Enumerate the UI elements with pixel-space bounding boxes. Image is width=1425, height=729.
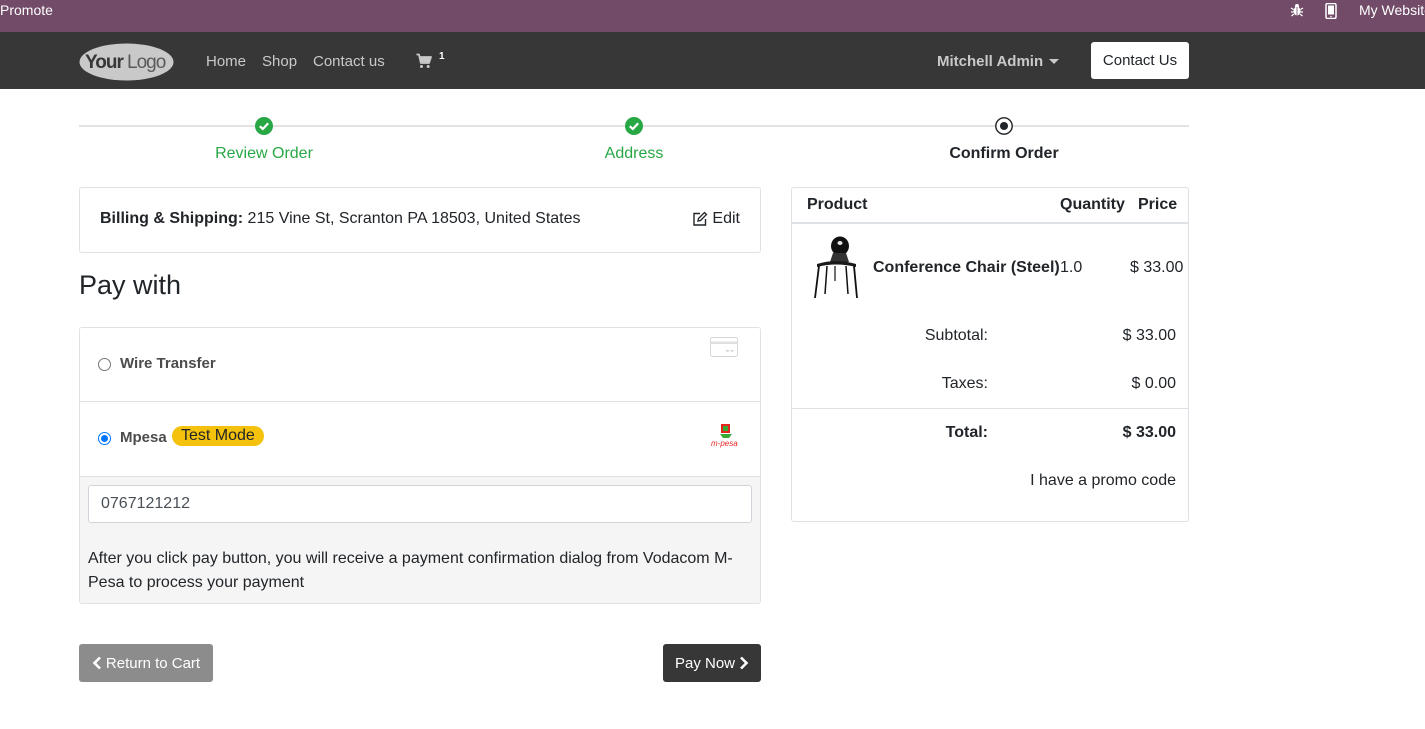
- step-address[interactable]: Address: [534, 145, 734, 163]
- edit-icon: [693, 211, 708, 226]
- wire-transfer-radio[interactable]: [98, 358, 111, 371]
- return-to-cart-label: Return to Cart: [105, 654, 201, 672]
- summary-divider: [792, 408, 1188, 409]
- contact-us-button[interactable]: Contact Us: [1091, 42, 1189, 79]
- svg-text:Logo: Logo: [127, 52, 166, 73]
- billing-address: 215 Vine St, Scranton PA 18503, United S…: [247, 210, 581, 227]
- check-circle-icon: [625, 117, 643, 135]
- total-label: Total:: [945, 424, 988, 441]
- chevron-right-icon: [740, 656, 749, 670]
- mpesa-help-text: After you click pay button, you will rec…: [88, 550, 733, 591]
- credit-card-icon: [710, 337, 738, 357]
- payment-method-mpesa[interactable]: Mpesa Test Mode m-pesa: [80, 402, 760, 477]
- total-value: $ 33.00: [1122, 424, 1176, 441]
- edit-label: Edit: [712, 210, 740, 227]
- logo[interactable]: Your Logo: [79, 43, 174, 81]
- edit-address-link[interactable]: Edit: [692, 210, 740, 228]
- step-confirm-order: Confirm Order: [949, 145, 1059, 162]
- header-product: Product: [807, 196, 868, 213]
- step-review-order[interactable]: Review Order: [164, 145, 364, 163]
- cart-count-badge: 1: [439, 51, 445, 62]
- phone-number-input[interactable]: [88, 485, 752, 523]
- cart-icon[interactable]: [416, 53, 432, 69]
- summary-header: Product Quantity Price: [792, 188, 1188, 224]
- nav-shop[interactable]: Shop: [262, 53, 297, 70]
- payment-methods-card: Wire Transfer Mpesa Test Mode m-pesa Aft…: [79, 327, 761, 604]
- order-summary: Product Quantity Price Conference Chair …: [791, 187, 1189, 522]
- header-price: Price: [1138, 196, 1178, 213]
- return-to-cart-button[interactable]: Return to Cart: [79, 644, 213, 682]
- payment-method-wire-transfer[interactable]: Wire Transfer: [80, 328, 760, 402]
- check-circle-icon: [255, 117, 273, 135]
- nav-contact[interactable]: Contact us: [313, 53, 385, 70]
- product-price: $ 33.00: [1130, 259, 1184, 276]
- caret-down-icon[interactable]: [1049, 59, 1059, 64]
- billing-shipping-card: Billing & Shipping: 215 Vine St, Scranto…: [79, 187, 761, 253]
- svg-text:m-pesa: m-pesa: [711, 439, 738, 448]
- product-image[interactable]: [812, 236, 860, 300]
- mobile-icon[interactable]: [1325, 3, 1337, 19]
- product-name[interactable]: Conference Chair (Steel): [873, 259, 1060, 277]
- mpesa-label[interactable]: Mpesa: [120, 429, 167, 446]
- nav-home[interactable]: Home: [206, 53, 246, 70]
- pay-now-label: Pay Now: [674, 654, 736, 672]
- billing-label: Billing & Shipping:: [100, 210, 244, 227]
- mpesa-icon: m-pesa: [711, 424, 738, 448]
- bug-icon[interactable]: [1290, 3, 1304, 17]
- current-step-icon: [995, 117, 1013, 135]
- taxes-value: $ 0.00: [1131, 375, 1176, 392]
- product-quantity: 1.0: [1060, 259, 1083, 276]
- svg-text:Your: Your: [85, 52, 124, 73]
- admin-bar: Promote My Website: [0, 0, 1425, 32]
- subtotal-label: Subtotal:: [924, 327, 988, 344]
- promo-code-link[interactable]: I have a promo code: [1030, 472, 1176, 490]
- header-quantity: Quantity: [1060, 196, 1125, 213]
- pay-with-heading: Pay with: [79, 270, 182, 300]
- user-menu[interactable]: Mitchell Admin: [937, 53, 1043, 70]
- mpesa-radio[interactable]: [98, 432, 111, 445]
- my-website-link[interactable]: My Website: [1359, 2, 1425, 18]
- main-navbar: Your Logo Home Shop Contact us 1 Mitchel…: [0, 32, 1425, 89]
- mpesa-form: After you click pay button, you will rec…: [80, 477, 760, 603]
- wire-transfer-label[interactable]: Wire Transfer: [120, 355, 216, 372]
- pay-now-button[interactable]: Pay Now: [663, 644, 761, 682]
- chevron-left-icon: [92, 656, 101, 670]
- test-mode-badge: Test Mode: [172, 426, 264, 446]
- promote-link[interactable]: Promote: [0, 2, 53, 18]
- subtotal-value: $ 33.00: [1122, 327, 1176, 344]
- taxes-label: Taxes:: [941, 375, 988, 392]
